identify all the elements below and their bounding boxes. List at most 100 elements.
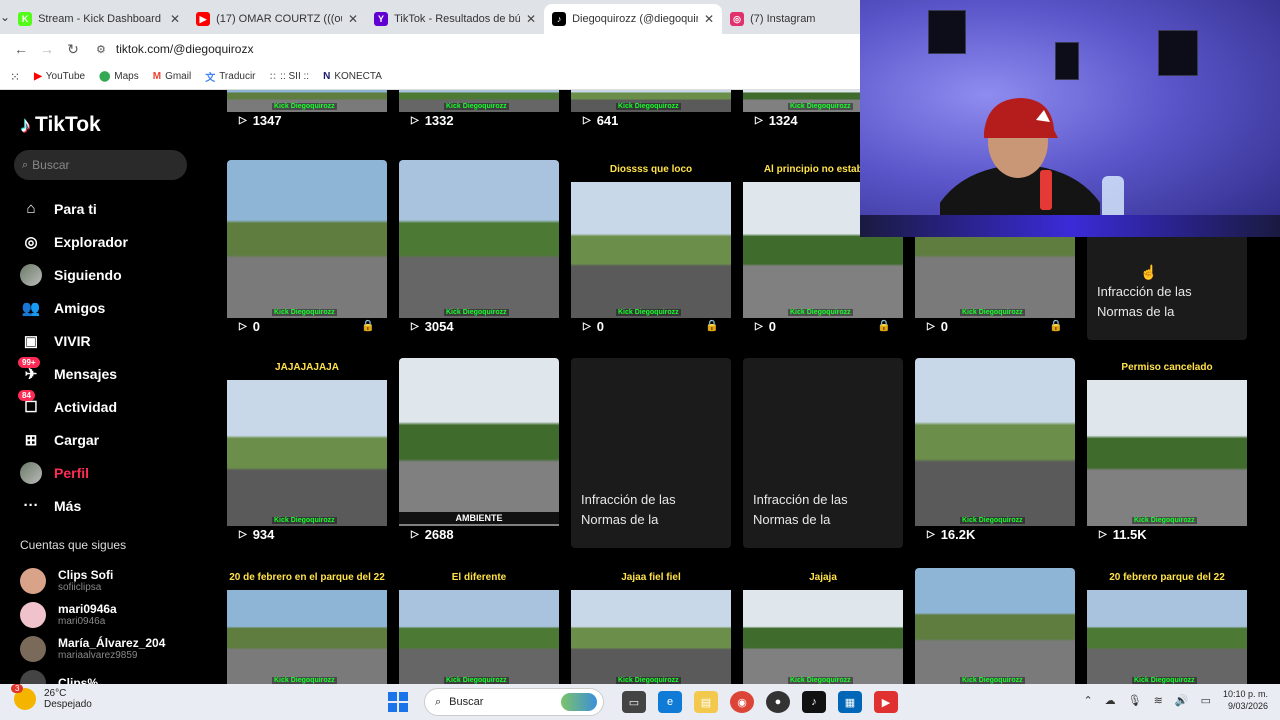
windows-start-icon[interactable] bbox=[388, 692, 408, 712]
system-tray: ⌃ ☁ 🎙 ≋ 🔊 ▭ 10:10 p. m. 9/03/2026 bbox=[1077, 688, 1268, 712]
url-field[interactable]: ⚙ tiktok.com/@diegoquirozx bbox=[96, 42, 253, 56]
browser-tab[interactable]: Y TikTok - Resultados de bús... ✕ bbox=[366, 4, 544, 34]
bookmark-item[interactable]: :::: SII :: bbox=[270, 69, 310, 84]
video-card[interactable]: 20 de febrero en el parque del 22 Kick Di… bbox=[227, 568, 387, 684]
close-tab-icon[interactable]: ✕ bbox=[526, 12, 536, 26]
video-caption: Diossss que loco bbox=[609, 164, 693, 175]
kick-watermark: Kick Diegoquirozz bbox=[960, 677, 1025, 684]
kick-watermark: Kick Diegoquirozz bbox=[444, 677, 509, 684]
view-count-value: 641 bbox=[596, 113, 619, 128]
back-icon[interactable]: ← bbox=[8, 41, 34, 57]
video-thumbnail bbox=[399, 358, 559, 526]
search-input[interactable]: ⌕ Buscar bbox=[14, 150, 187, 180]
wifi-icon[interactable]: ≋ bbox=[1154, 694, 1163, 707]
nav-item[interactable]: ▣ VIVIR bbox=[20, 324, 200, 357]
store-icon[interactable]: ▦ bbox=[838, 691, 862, 713]
clock-time: 10:10 p. m. bbox=[1222, 689, 1268, 699]
kick-watermark: Kick Diegoquirozz bbox=[272, 103, 337, 110]
battery-icon[interactable]: ▭ bbox=[1201, 694, 1211, 707]
view-count-value: 11.5K bbox=[1112, 527, 1147, 542]
video-card[interactable]: Kick DiegoquirozzAMBIENTE▷2688 bbox=[399, 358, 559, 548]
apps-icon[interactable]: ⁙ bbox=[10, 70, 20, 84]
view-count: ▷ 934 bbox=[239, 527, 274, 542]
taskbar-search-input[interactable]: ⌕ Buscar bbox=[424, 688, 604, 716]
video-card[interactable]: Kick Diegoquirozz bbox=[915, 568, 1075, 684]
nav-item[interactable]: Perfil bbox=[20, 456, 200, 489]
microphone-icon[interactable]: 🎙 bbox=[1128, 694, 1142, 707]
video-card[interactable]: Jajaja Kick Diegoquirozz bbox=[743, 568, 903, 684]
reload-icon[interactable]: ↻ bbox=[60, 41, 86, 58]
video-thumbnail bbox=[571, 590, 731, 684]
tab-search-icon[interactable]: ⌄ bbox=[0, 0, 10, 34]
video-card[interactable]: Kick Diegoquirozz ▷ 641 bbox=[571, 90, 731, 134]
bookmark-item[interactable]: 文 Traducir bbox=[205, 69, 255, 84]
video-card[interactable]: Permiso cancelado Kick Diegoquirozz ▷ 11.5K bbox=[1087, 358, 1247, 548]
following-account[interactable]: María_Álvarez_204 mariaalvarez9859 bbox=[20, 632, 210, 666]
close-tab-icon[interactable]: ✕ bbox=[170, 12, 180, 26]
weather-widget[interactable]: 3 26°C Despejado bbox=[11, 684, 92, 710]
close-tab-icon[interactable]: ✕ bbox=[704, 12, 714, 26]
removed-video-card[interactable]: Infracción de las Normas de la bbox=[571, 358, 731, 548]
lock-icon: 🔒 bbox=[705, 320, 719, 332]
nav-item[interactable]: 👥 Amigos bbox=[20, 291, 200, 324]
clock[interactable]: 10:10 p. m. 9/03/2026 bbox=[1223, 688, 1268, 712]
nav-item[interactable]: ☐ 84 Actividad bbox=[18, 389, 200, 423]
chevron-up-icon[interactable]: ⌃ bbox=[1083, 694, 1092, 707]
video-card[interactable]: Diossss que loco Kick Diegoquirozz ▷ 0 🔒 bbox=[571, 160, 731, 340]
friends-icon: 👥 bbox=[21, 299, 41, 317]
edge-icon[interactable]: e bbox=[658, 691, 682, 713]
forward-icon[interactable]: → bbox=[34, 41, 60, 57]
site-info-icon[interactable]: ⚙ bbox=[96, 43, 106, 56]
video-card[interactable]: Kick Diegoquirozz ▷ 3054 bbox=[399, 160, 559, 340]
volume-icon[interactable]: 🔊 bbox=[1175, 694, 1189, 707]
close-tab-icon[interactable]: ✕ bbox=[348, 12, 358, 26]
video-card[interactable]: Kick Diegoquirozz ▷ 1347 bbox=[227, 90, 387, 134]
video-card[interactable]: Kick Diegoquirozz ▷ 1332 bbox=[399, 90, 559, 134]
kick-watermark: Kick Diegoquirozz bbox=[272, 309, 337, 316]
view-count-value: 1332 bbox=[424, 113, 454, 128]
view-count-value: 0 bbox=[768, 319, 776, 334]
obs-icon[interactable]: ● bbox=[766, 691, 790, 713]
view-count: ▷ 0 bbox=[239, 319, 260, 334]
bookmark-item[interactable]: ▶ YouTube bbox=[34, 69, 85, 84]
chrome-icon[interactable]: ◉ bbox=[730, 691, 754, 713]
nav-item[interactable]: Siguiendo bbox=[20, 258, 200, 291]
removed-video-card[interactable]: Infracción de las Normas de la bbox=[743, 358, 903, 548]
browser-tab[interactable]: ♪ Diegoquirozz (@diegoquiro... ✕ bbox=[544, 4, 723, 34]
nav-label: Actividad bbox=[54, 398, 118, 415]
task-view-icon[interactable]: ▭ bbox=[622, 691, 646, 713]
following-account[interactable]: mari0946a mari0946a bbox=[20, 598, 210, 632]
tiktok-logo[interactable]: ♪ TikTok bbox=[20, 112, 101, 138]
nav-item[interactable]: ⌂ Para ti bbox=[20, 192, 200, 225]
wall-poster bbox=[928, 10, 966, 54]
video-card[interactable]: Kick Diegoquirozz ▷ 0 🔒 bbox=[227, 160, 387, 340]
browser-tab[interactable]: ▶ (17) OMAR COURTZ (((ou... ✕ bbox=[188, 4, 366, 34]
kick-watermark: Kick Diegoquirozz bbox=[960, 517, 1025, 524]
video-card[interactable]: Kick Diegoquirozz ▷ 16.2K bbox=[915, 358, 1075, 548]
bookmark-item[interactable]: ⬤ Maps bbox=[99, 69, 139, 84]
tiktok-app-icon[interactable]: ♪ bbox=[802, 691, 826, 713]
play-icon: ▷ bbox=[411, 321, 419, 332]
play-icon: ▷ bbox=[411, 115, 419, 126]
cloud-icon[interactable]: ☁ bbox=[1105, 694, 1116, 707]
bookmark-item[interactable]: M Gmail bbox=[153, 69, 191, 84]
kick-watermark: Kick Diegoquirozz bbox=[788, 677, 853, 684]
nav-item[interactable]: ✈ 99+ Mensajes bbox=[18, 356, 200, 390]
nav-label: Para ti bbox=[54, 200, 97, 217]
file-explorer-icon[interactable]: ▤ bbox=[694, 691, 718, 713]
video-card[interactable]: Jajaa fiel fiel Kick Diegoquirozz bbox=[571, 568, 731, 684]
video-caption: El diferente bbox=[451, 572, 507, 583]
video-card[interactable]: 20 febrero parque del 22 Kick Diegoquiroz… bbox=[1087, 568, 1247, 684]
nav-label: Perfil bbox=[54, 464, 90, 481]
nav-item[interactable]: ◎ Explorador bbox=[20, 225, 200, 258]
video-card[interactable]: El diferente Kick Diegoquirozz bbox=[399, 568, 559, 684]
following-account[interactable]: Clips Sofi sofiiclipsa bbox=[20, 564, 210, 598]
bookmark-item[interactable]: N KONECTA bbox=[323, 69, 382, 84]
browser-tab[interactable]: K Stream - Kick Dashboard ✕ bbox=[10, 4, 188, 34]
play-icon: ▷ bbox=[239, 321, 247, 332]
nav-item[interactable]: ··· Más bbox=[20, 489, 200, 522]
app-icon[interactable]: ▶ bbox=[874, 691, 898, 713]
view-count: ▷ 1347 bbox=[239, 113, 282, 128]
video-card[interactable]: JAJAJAJAJA Kick Diegoquirozz ▷ 934 bbox=[227, 358, 387, 548]
nav-item[interactable]: ⊞ Cargar bbox=[20, 423, 200, 456]
